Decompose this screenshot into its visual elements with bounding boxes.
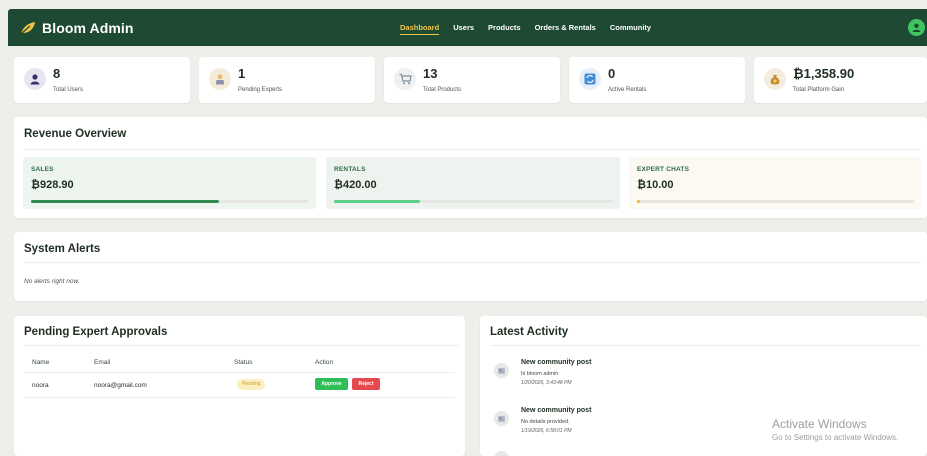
- revenue-card-rentals: RENTALS ₿420.00: [326, 157, 620, 209]
- empty-alerts-message: No alerts right now.: [24, 278, 80, 285]
- stat-label: Total Platform Gain: [793, 87, 845, 93]
- activate-windows-subtitle: Go to Settings to activate Windows.: [772, 433, 899, 442]
- user-avatar-glyph: [912, 23, 921, 32]
- nav-item-products[interactable]: Products: [488, 23, 521, 32]
- brand-name: Bloom Admin: [42, 19, 134, 36]
- pending-approvals-panel: Pending Expert Approvals Name Email Stat…: [14, 316, 465, 456]
- stat-card-total-products: 13 Total Products: [384, 57, 560, 103]
- revenue-overview-panel: Revenue Overview SALES ₿928.90 RENTALS ₿…: [14, 117, 927, 218]
- stat-label: Active Rentals: [608, 87, 647, 93]
- panel-title: Pending Expert Approvals: [24, 326, 168, 338]
- cell-email: noora@gmail.com: [94, 382, 147, 389]
- stat-label: Pending Experts: [238, 87, 283, 93]
- stat-value: 13: [423, 66, 438, 81]
- panel-title: Revenue Overview: [24, 128, 127, 140]
- progress-track: [637, 200, 914, 203]
- activity-time: 1/19/2026, 6:58:01 PM: [521, 428, 572, 434]
- stat-value: 1: [238, 66, 246, 81]
- refresh-icon: [579, 68, 601, 90]
- stat-value: 8: [53, 66, 61, 81]
- nav-item-orders-rentals[interactable]: Orders & Rentals: [535, 23, 596, 32]
- nav-links: Dashboard Users Products Orders & Rental…: [400, 9, 665, 46]
- divider: [24, 345, 459, 346]
- progress-fill: [637, 200, 640, 203]
- brand[interactable]: Bloom Admin: [20, 20, 134, 36]
- post-icon: [494, 363, 509, 378]
- user-icon: [24, 68, 46, 90]
- stat-card-total-users: 8 Total Users: [14, 57, 190, 103]
- revenue-label: EXPERT CHATS: [637, 166, 690, 173]
- stat-value: 0: [608, 66, 616, 81]
- revenue-label: SALES: [31, 166, 54, 173]
- table-row-divider: [24, 397, 455, 398]
- revenue-card-expert-chats: EXPERT CHATS ₿10.00: [629, 157, 922, 209]
- cart-icon: [394, 68, 416, 90]
- progress-fill: [334, 200, 421, 203]
- system-alerts-panel: System Alerts No alerts right now.: [14, 232, 927, 301]
- progress-track: [334, 200, 612, 203]
- stat-card-pending-experts: 1 Pending Experts: [199, 57, 375, 103]
- activity-time: 1/20/2026, 3:43:48 PM: [521, 380, 572, 386]
- user-circle-icon[interactable]: [908, 19, 925, 36]
- expert-icon: [209, 68, 231, 90]
- approve-button[interactable]: Approve: [315, 378, 348, 390]
- top-navbar: Bloom Admin Dashboard Users Products Ord…: [8, 9, 927, 46]
- nav-item-dashboard[interactable]: Dashboard: [400, 23, 440, 35]
- post-icon: [494, 411, 509, 426]
- stat-value: ₿1,358.90: [793, 66, 855, 81]
- panel-title: System Alerts: [24, 243, 101, 255]
- revenue-value: ₿10.00: [637, 179, 674, 191]
- nav-item-community[interactable]: Community: [610, 23, 651, 32]
- column-header-status: Status: [234, 359, 253, 366]
- divider: [24, 262, 921, 263]
- progress-fill: [31, 200, 220, 203]
- leaf-icon: [20, 21, 35, 34]
- revenue-value: ₿928.90: [31, 179, 74, 191]
- stat-card-platform-gain: ₿1,358.90 Total Platform Gain: [754, 57, 927, 103]
- revenue-value: ₿420.00: [334, 179, 377, 191]
- status-badge: Pending: [237, 379, 266, 390]
- activity-title: New community post: [521, 407, 592, 414]
- revenue-card-sales: SALES ₿928.90: [23, 157, 316, 209]
- activity-item-icon-partial: [494, 451, 509, 456]
- column-header-email: Email: [94, 359, 111, 366]
- activity-detail: hi bloom admin: [521, 371, 559, 377]
- activity-detail: No details provided.: [521, 419, 570, 425]
- stat-label: Total Products: [423, 87, 462, 93]
- reject-button[interactable]: Reject: [352, 378, 380, 390]
- money-bag-icon: [764, 68, 786, 90]
- revenue-label: RENTALS: [334, 166, 366, 173]
- divider: [490, 345, 921, 346]
- column-header-name: Name: [32, 359, 50, 366]
- column-header-action: Action: [315, 359, 334, 366]
- table-header-divider: [24, 372, 455, 373]
- cell-name: noora: [32, 382, 49, 389]
- activity-title: New community post: [521, 359, 592, 366]
- nav-item-users[interactable]: Users: [453, 23, 474, 32]
- progress-track: [31, 200, 308, 203]
- panel-title: Latest Activity: [490, 326, 569, 338]
- divider: [24, 149, 921, 150]
- stat-label: Total Users: [53, 87, 84, 93]
- stat-card-active-rentals: 0 Active Rentals: [569, 57, 745, 103]
- activate-windows-title: Activate Windows: [772, 417, 867, 431]
